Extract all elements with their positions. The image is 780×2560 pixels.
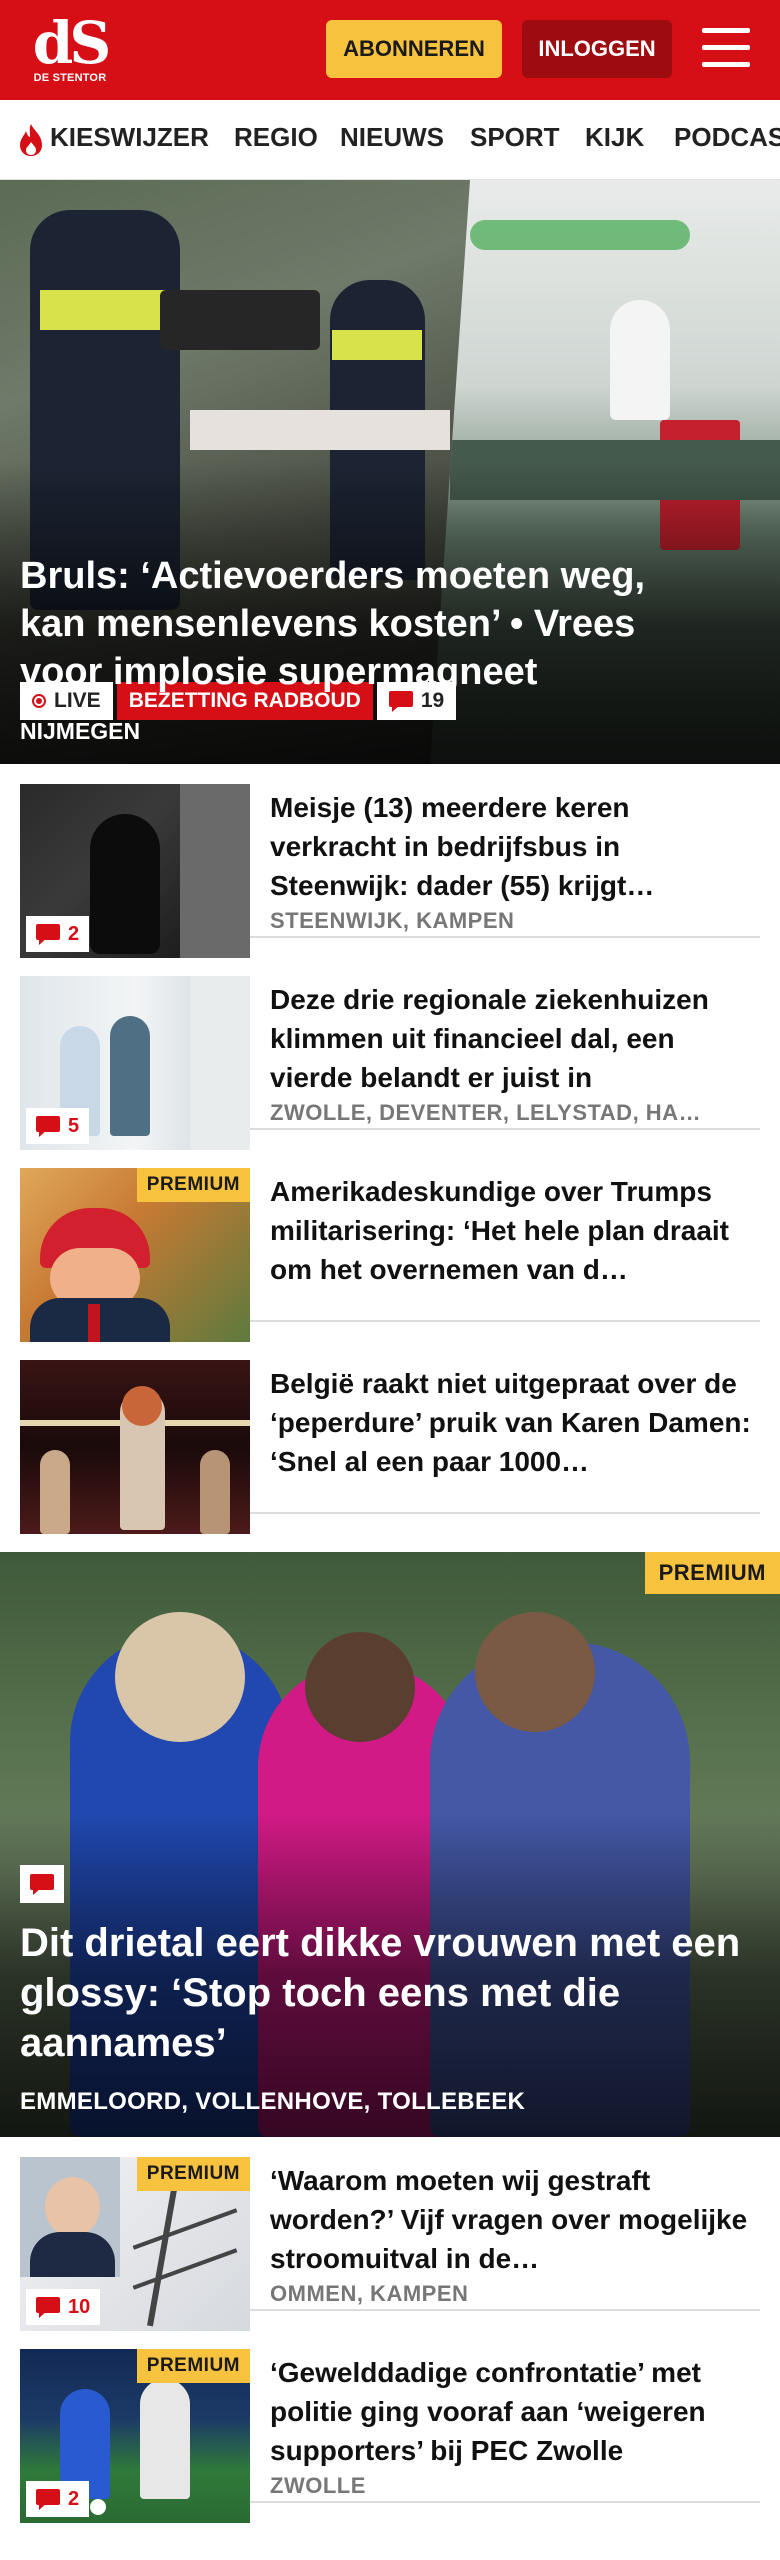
hero-headline[interactable]: Bruls: ‘Actievoerders moeten weg, kan me… <box>20 552 720 696</box>
comment-count: 2 <box>68 922 80 945</box>
feature-headline[interactable]: Dit drietal eert dikke vrouwen met een g… <box>20 1918 760 2068</box>
comment-button[interactable] <box>20 1865 64 1903</box>
nav-item-podcast[interactable]: PODCAS <box>674 122 780 153</box>
logo-text: DE STENTOR <box>33 72 107 84</box>
site-logo[interactable]: dS DE STENTOR <box>30 9 111 86</box>
nav-item-nieuws[interactable]: NIEUWS <box>340 122 444 153</box>
article-thumbnail: PREMIUM <box>20 1168 250 1342</box>
article-thumbnail: 2 <box>20 784 250 958</box>
comment-icon <box>36 2489 60 2510</box>
article-headline[interactable]: ‘Gewelddadige confrontatie’ met politie … <box>270 2353 760 2470</box>
premium-badge: PREMIUM <box>644 1552 780 1594</box>
article-location: STEENWIJK, KAMPEN <box>270 908 515 933</box>
article-location: OMMEN, KAMPEN <box>270 2281 469 2306</box>
nav-item-regio[interactable]: REGIO <box>234 122 318 153</box>
comment-count: 10 <box>68 2295 91 2318</box>
top-header: dS DE STENTOR ABONNEREN INLOGGEN <box>0 0 780 100</box>
comment-count: 5 <box>68 1114 80 1137</box>
article-location: ZWOLLE, DEVENTER, LELYSTAD, HA… <box>270 1100 702 1125</box>
article-thumbnail: PREMIUM 10 <box>20 2157 250 2331</box>
comment-count-badge: 2 <box>26 2481 90 2517</box>
comment-icon <box>36 1116 60 1137</box>
article-headline[interactable]: België raakt niet uitgepraat over de ‘pe… <box>270 1364 760 1481</box>
article-headline[interactable]: Meisje (13) meerdere keren verkracht in … <box>270 788 760 905</box>
nav-item-sport[interactable]: SPORT <box>470 122 560 153</box>
feature-location: EMMELOORD, VOLLENHOVE, TOLLEBEEK <box>20 2088 526 2115</box>
comment-icon <box>30 1874 54 1895</box>
subscribe-button[interactable]: ABONNEREN <box>326 20 502 78</box>
hero-location: NIJMEGEN <box>20 718 141 744</box>
list-item[interactable]: PREMIUM 2 ‘Gewelddadige confrontatie’ me… <box>20 2329 760 2523</box>
list-item[interactable]: 5 Deze drie regionale ziekenhuizen klimm… <box>20 956 760 1150</box>
comment-icon <box>36 2297 60 2318</box>
section-nav: KIESWIJZER REGIO NIEUWS SPORT KIJK PODCA… <box>0 100 780 180</box>
nav-item-kijk[interactable]: KIJK <box>585 122 644 153</box>
article-thumbnail: 5 <box>20 976 250 1150</box>
list-item[interactable]: 2 Meisje (13) meerdere keren verkracht i… <box>20 764 760 958</box>
feature-article[interactable]: PREMIUM Dit drietal eert dikke vrouwen m… <box>0 1552 780 2137</box>
premium-badge: PREMIUM <box>136 1168 250 1202</box>
login-button[interactable]: INLOGGEN <box>522 20 672 78</box>
comment-count-badge: 10 <box>26 2289 101 2325</box>
hero-article[interactable]: LIVE BEZETTING RADBOUD 19 Bruls: ‘Actiev… <box>0 180 780 764</box>
article-headline[interactable]: Amerikadeskundige over Trumps militarise… <box>270 1172 760 1289</box>
list-item[interactable]: België raakt niet uitgepraat over de ‘pe… <box>20 1340 760 1534</box>
article-thumbnail <box>20 1360 250 1534</box>
nav-item-kieswijzer[interactable]: KIESWIJZER <box>50 122 209 153</box>
premium-badge: PREMIUM <box>136 2349 250 2383</box>
hamburger-menu-icon[interactable] <box>700 26 752 70</box>
article-headline[interactable]: ‘Waarom moeten wij gestraft worden?’ Vij… <box>270 2161 760 2278</box>
flame-icon <box>20 124 42 156</box>
article-headline[interactable]: Deze drie regionale ziekenhuizen klimmen… <box>270 980 760 1097</box>
comment-icon <box>36 924 60 945</box>
comment-count-badge: 5 <box>26 1108 90 1144</box>
article-location: ZWOLLE <box>270 2473 366 2498</box>
article-thumbnail: PREMIUM 2 <box>20 2349 250 2523</box>
live-dot-icon <box>32 694 46 708</box>
premium-badge: PREMIUM <box>136 2157 250 2191</box>
comment-count-badge: 2 <box>26 916 90 952</box>
list-item[interactable]: PREMIUM Amerikadeskundige over Trumps mi… <box>20 1148 760 1342</box>
comment-count: 2 <box>68 2487 80 2510</box>
list-item[interactable]: PREMIUM 10 ‘Waarom moeten wij gestraft w… <box>20 2137 760 2331</box>
logo-mark: dS <box>32 9 111 77</box>
